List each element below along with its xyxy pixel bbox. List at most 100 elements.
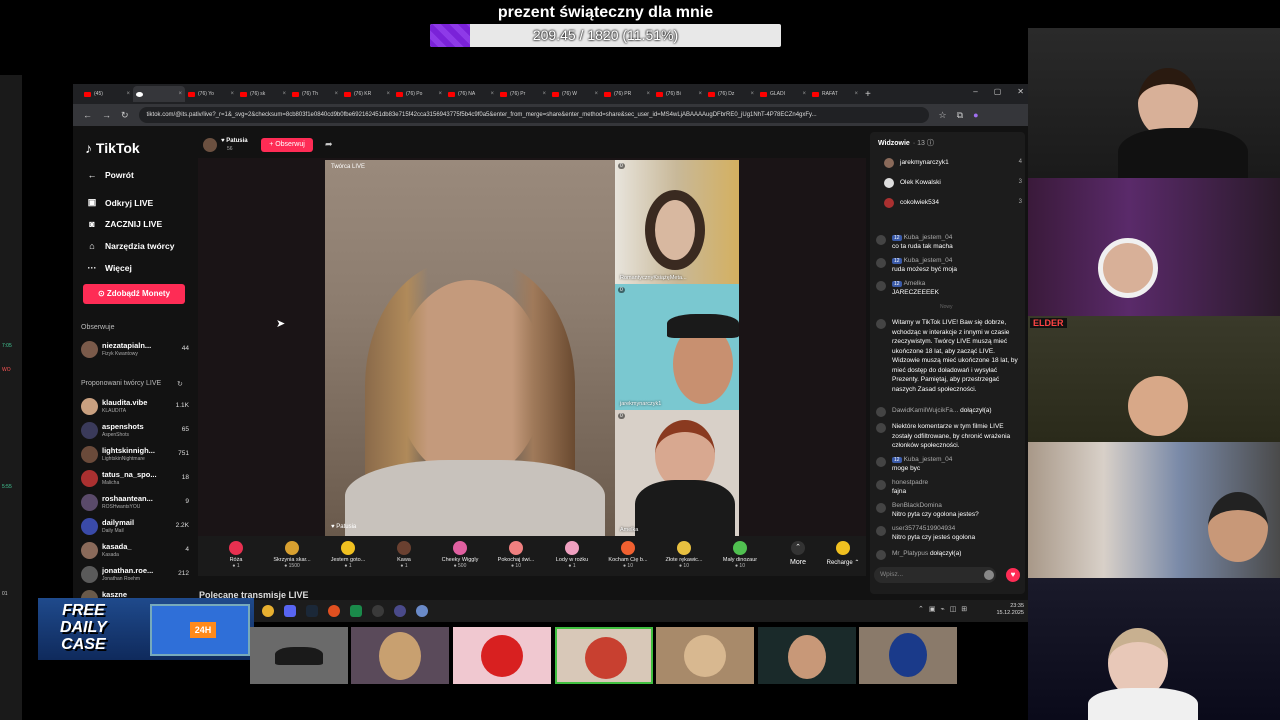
creator-item[interactable]: roshaantean... ROSHwantsYOU 9 xyxy=(81,492,189,514)
chat-avatar[interactable] xyxy=(876,526,886,536)
gift-item[interactable]: Kawa ● 1 xyxy=(376,536,432,576)
browser-tab[interactable]: (76) sk × xyxy=(237,86,289,102)
get-coins-button[interactable]: ⊙ Zdobądź Monety xyxy=(83,284,185,304)
creator-item[interactable]: klaudita.vibe KLAUDITA 1.1K xyxy=(81,396,189,418)
tab-close-icon[interactable]: × xyxy=(594,91,598,97)
browser-tab[interactable]: (76) Yo × xyxy=(185,86,237,102)
chat-user[interactable]: user35774519904934 xyxy=(892,525,955,532)
gift-item[interactable]: Kocham Cię b... ● 10 xyxy=(600,536,656,576)
chat-avatar[interactable] xyxy=(876,235,886,245)
settings-icon[interactable] xyxy=(416,605,428,617)
taskbar-clock[interactable]: 23:35 15.12.2025 xyxy=(996,603,1024,617)
minimize-icon[interactable]: – xyxy=(973,87,977,96)
main-video[interactable]: Twórca LIVE ♥ Patusia xyxy=(325,160,615,536)
nav-more[interactable]: ··· Więcej xyxy=(87,263,132,273)
maximize-icon[interactable]: ▢ xyxy=(994,87,1002,96)
viewer-item[interactable]: cokolwiek534 3 xyxy=(884,197,1022,211)
emoji-icon[interactable] xyxy=(984,570,994,580)
url-field[interactable]: tiktok.com/@its.pativ/live?_r=1&_svg=2&c… xyxy=(138,107,929,123)
tab-close-icon[interactable]: × xyxy=(698,91,702,97)
tab-close-icon[interactable]: × xyxy=(282,91,286,97)
close-icon[interactable]: ✕ xyxy=(1017,87,1024,96)
chat-avatar[interactable] xyxy=(876,503,886,513)
extensions-icon[interactable]: ⧉ xyxy=(957,110,963,121)
tab-close-icon[interactable]: × xyxy=(334,91,338,97)
creator-item[interactable]: aspenshots AspenShots 65 xyxy=(81,420,189,442)
creator-item[interactable]: tatus_na_spo... Malicha 18 xyxy=(81,468,189,490)
browser-tab[interactable]: (76) Dz × xyxy=(705,86,757,102)
host-avatar[interactable] xyxy=(203,138,217,152)
chat-user[interactable]: 12 Kuba_jestem_04 xyxy=(892,234,952,241)
browser-tab[interactable]: (45) × xyxy=(81,86,133,102)
guest-video-1[interactable]: 0 RomantycznyKsiążęMeta... xyxy=(615,160,739,284)
discord-icon[interactable] xyxy=(284,605,296,617)
gift-item[interactable]: Róża ● 1 xyxy=(208,536,264,576)
tab-close-icon[interactable]: × xyxy=(438,91,442,97)
chat-avatar[interactable] xyxy=(876,258,886,268)
tab-close-icon[interactable]: × xyxy=(854,91,858,97)
browser-tab[interactable]: (76) KR × xyxy=(341,86,393,102)
gift-item[interactable]: Mały dinozaur ● 10 xyxy=(712,536,768,576)
profile-icon[interactable]: ● xyxy=(973,110,978,120)
creator-item[interactable]: jonathan.roe... Jonathan Roehm 212 xyxy=(81,564,189,586)
gift-item[interactable]: Jestem goto... ● 1 xyxy=(320,536,376,576)
heart-icon[interactable]: ♥ xyxy=(1006,568,1020,582)
app-icon[interactable] xyxy=(394,605,406,617)
guest-video-2[interactable]: 0 jarekmynarczyk1 xyxy=(615,284,739,410)
browser-tab[interactable]: (76) Th × xyxy=(289,86,341,102)
browser-tab[interactable]: (76) NA × xyxy=(445,86,497,102)
creator-item[interactable]: lightskinnigh... LightskinNightmare 751 xyxy=(81,444,189,466)
browser-tab[interactable]: GLADI × xyxy=(757,86,809,102)
browser-tab[interactable]: × xyxy=(133,86,185,102)
browser-tab[interactable]: (76) W × xyxy=(549,86,601,102)
creator-item[interactable]: dailymail Daily Mail 2.2K xyxy=(81,516,189,538)
chat-input[interactable]: Wpisz... xyxy=(874,567,996,583)
nav-discover-live[interactable]: ▣ Odkryj LIVE xyxy=(87,197,153,208)
browser-tab[interactable]: RAFAT × xyxy=(809,86,861,102)
browser-tab[interactable]: (76) Po × xyxy=(393,86,445,102)
back-icon[interactable]: ← xyxy=(83,110,92,120)
creator-item[interactable]: niezatapialn... Fizyk Kwantowy 44 xyxy=(81,339,189,361)
chat-user[interactable]: BenBlackDomina xyxy=(892,502,942,509)
new-tab-icon[interactable]: + xyxy=(865,89,871,100)
follow-button[interactable]: + Obserwuj xyxy=(261,138,313,152)
chat-avatar[interactable] xyxy=(876,457,886,467)
chat-username[interactable]: DawidKamilWujcikFa... xyxy=(892,407,958,414)
chat-avatar[interactable] xyxy=(876,480,886,490)
nav-back[interactable]: ← Powrót xyxy=(87,170,134,180)
tab-close-icon[interactable]: × xyxy=(646,91,650,97)
chat-user[interactable]: 12 Amelka xyxy=(892,280,925,287)
host-name[interactable]: ♥ Patusia xyxy=(221,138,248,144)
tab-close-icon[interactable]: × xyxy=(178,91,182,97)
nav-creator-tools[interactable]: ⌂ Narzędzia twórcy xyxy=(87,241,174,251)
gift-item[interactable]: Cheeky Wiggly ● 500 xyxy=(432,536,488,576)
tab-close-icon[interactable]: × xyxy=(230,91,234,97)
tab-close-icon[interactable]: × xyxy=(750,91,754,97)
browser-tab[interactable]: (76) Pr × xyxy=(497,86,549,102)
chat-username[interactable]: Mr_Platypus xyxy=(892,550,928,557)
tab-close-icon[interactable]: × xyxy=(490,91,494,97)
gifts-more-button[interactable]: ⌃ More xyxy=(773,541,823,566)
tab-close-icon[interactable]: × xyxy=(386,91,390,97)
recharge-button[interactable]: Recharge ⌃ xyxy=(818,541,868,566)
viewer-item[interactable]: Olek Kowalski 3 xyxy=(884,177,1022,191)
viewers-header[interactable]: Widzowie · 13 ⓘ xyxy=(878,138,934,148)
tab-close-icon[interactable]: × xyxy=(802,91,806,97)
gift-item[interactable]: Skrzynia skar... ● 1500 xyxy=(264,536,320,576)
browser-tab[interactable]: (76) Bi × xyxy=(653,86,705,102)
refresh-icon[interactable]: ↻ xyxy=(177,380,183,388)
gift-item[interactable]: Złote rękawic... ● 10 xyxy=(656,536,712,576)
steam-icon[interactable] xyxy=(306,605,318,617)
guest-video-3[interactable]: 0 Amelka xyxy=(615,410,739,536)
chrome-icon[interactable] xyxy=(262,605,274,617)
reload-icon[interactable]: ↻ xyxy=(121,110,129,121)
bookmark-star-icon[interactable]: ☆ xyxy=(939,110,947,121)
gift-item[interactable]: Pokochaj świ... ● 10 xyxy=(488,536,544,576)
xbox-icon[interactable] xyxy=(350,605,362,617)
tab-close-icon[interactable]: × xyxy=(126,91,130,97)
chat-user[interactable]: honestpadre xyxy=(892,479,928,486)
chat-avatar[interactable] xyxy=(876,281,886,291)
gift-item[interactable]: Lody w rożku ● 1 xyxy=(544,536,600,576)
chat-user[interactable]: 12 Kuba_jestem_04 xyxy=(892,456,952,463)
firefox-icon[interactable] xyxy=(328,605,340,617)
